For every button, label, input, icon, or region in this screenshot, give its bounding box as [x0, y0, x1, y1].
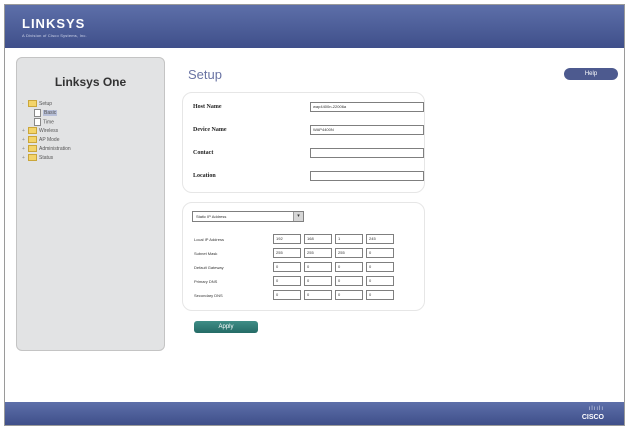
- primary-dns-octet-2[interactable]: 0: [304, 276, 332, 286]
- cisco-logo-text: CISCO: [581, 414, 604, 421]
- default-gateway-octet-4[interactable]: 0: [366, 262, 394, 272]
- folder-icon: [28, 136, 37, 144]
- secondary-dns-octet-4[interactable]: 0: [366, 290, 394, 300]
- local-ip-octet-1[interactable]: 192: [273, 234, 301, 244]
- tree-item-label: Setup: [39, 101, 53, 107]
- ip-mode-value: Static IP Address: [196, 214, 227, 219]
- subnet-mask-octet-4[interactable]: 0: [366, 248, 394, 258]
- tree-item-status[interactable]: + Status: [22, 154, 71, 163]
- tree-item-ap-mode[interactable]: + AP Mode: [22, 136, 71, 145]
- local-ip-octet-2[interactable]: 168: [304, 234, 332, 244]
- tree-item-setup[interactable]: - Setup: [22, 100, 71, 109]
- subnet-mask-octet-1[interactable]: 255: [273, 248, 301, 258]
- page-icon: [34, 109, 41, 117]
- primary-dns-label: Primary DNS: [194, 279, 218, 284]
- linksys-logo: LINKSYS: [22, 16, 86, 31]
- tree-item-wireless[interactable]: + Wireless: [22, 127, 71, 136]
- tree-item-label: Time: [43, 119, 54, 126]
- location-label: Location: [193, 173, 216, 179]
- local-ip-octet-3[interactable]: 1: [335, 234, 363, 244]
- sidebar: Linksys One - Setup Basic Time + Wireless …: [16, 57, 165, 351]
- primary-dns-octet-3[interactable]: 0: [335, 276, 363, 286]
- local-ip-octet-4[interactable]: 245: [366, 234, 394, 244]
- tree-item-time[interactable]: Time: [22, 118, 71, 127]
- tree-item-label: Basic: [43, 110, 58, 117]
- ip-mode-select[interactable]: Static IP Address ▾: [192, 211, 304, 222]
- default-gateway-octet-3[interactable]: 0: [335, 262, 363, 272]
- sidebar-title: Linksys One: [54, 75, 127, 89]
- nav-tree: - Setup Basic Time + Wireless + AP Mode + Ad…: [22, 100, 71, 163]
- logo-tagline: A Division of Cisco Systems, Inc.: [22, 33, 87, 38]
- secondary-dns-label: Secondary DNS: [194, 293, 223, 298]
- help-button[interactable]: Help: [564, 68, 618, 80]
- primary-dns-octet-1[interactable]: 0: [273, 276, 301, 286]
- device-name-input[interactable]: WAP4400N: [310, 125, 424, 135]
- folder-icon: [28, 100, 37, 108]
- tree-item-administration[interactable]: + Administration: [22, 145, 71, 154]
- app-window: LINKSYS A Division of Cisco Systems, Inc…: [4, 4, 625, 426]
- header-bar: LINKSYS A Division of Cisco Systems, Inc…: [5, 5, 624, 48]
- folder-icon: [28, 154, 37, 162]
- location-input[interactable]: [310, 171, 424, 181]
- secondary-dns-octet-2[interactable]: 0: [304, 290, 332, 300]
- subnet-mask-octet-3[interactable]: 255: [335, 248, 363, 258]
- footer-bar: ılıılı CISCO: [5, 402, 624, 425]
- host-name-label: Host Name: [193, 104, 222, 110]
- cisco-logo-icon: ılıılı: [588, 406, 604, 412]
- contact-label: Contact: [193, 150, 214, 156]
- dropdown-arrow-icon[interactable]: ▾: [293, 212, 303, 221]
- tree-item-label: Administration: [39, 146, 71, 152]
- page-icon: [34, 118, 41, 126]
- folder-icon: [28, 145, 37, 153]
- tree-item-basic[interactable]: Basic: [22, 109, 71, 118]
- device-name-label: Device Name: [193, 127, 227, 133]
- tree-item-label: Wireless: [39, 128, 59, 134]
- tree-item-label: Status: [39, 155, 54, 161]
- subnet-mask-octet-2[interactable]: 255: [304, 248, 332, 258]
- default-gateway-label: Default Gateway: [194, 265, 224, 270]
- secondary-dns-octet-1[interactable]: 0: [273, 290, 301, 300]
- folder-icon: [28, 127, 37, 135]
- page-title: Setup: [188, 67, 222, 82]
- default-gateway-octet-2[interactable]: 0: [304, 262, 332, 272]
- subnet-mask-label: Subnet Mask: [194, 251, 218, 256]
- tree-item-label: AP Mode: [39, 137, 60, 143]
- secondary-dns-octet-3[interactable]: 0: [335, 290, 363, 300]
- local-ip-label: Local IP Address: [194, 237, 224, 242]
- primary-dns-octet-4[interactable]: 0: [366, 276, 394, 286]
- host-name-input[interactable]: wap4400n-22006a: [310, 102, 424, 112]
- apply-button[interactable]: Apply: [194, 321, 258, 333]
- default-gateway-octet-1[interactable]: 0: [273, 262, 301, 272]
- contact-input[interactable]: [310, 148, 424, 158]
